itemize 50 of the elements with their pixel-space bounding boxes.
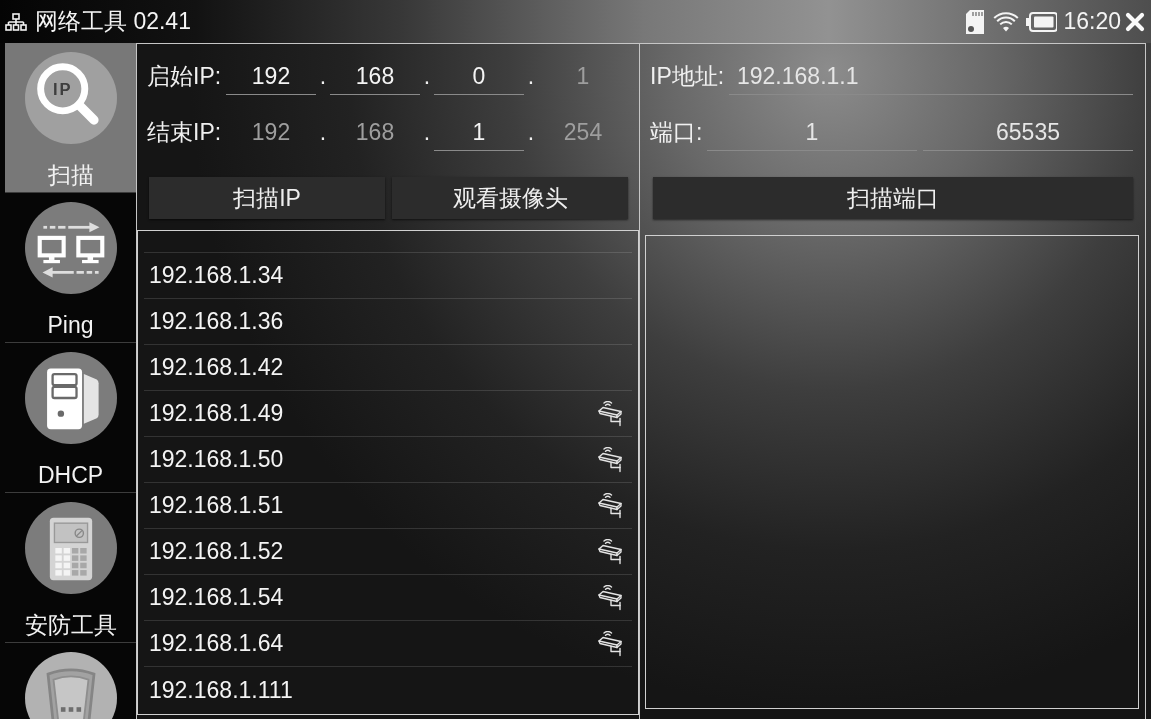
octet-separator: . [526,63,536,90]
security-camera-icon [596,538,624,565]
field-label: 启始IP: [147,62,223,91]
sd-card-icon [965,8,986,35]
magnifier-icon: IP [24,52,117,144]
device-row[interactable]: 192.168.1.54 [144,575,632,621]
sidebar-tab[interactable]: Ping [5,193,136,343]
security-camera-icon [596,630,624,657]
action-button[interactable]: 扫描IP [149,177,385,219]
security-camera-icon [596,584,624,611]
security-camera-icon [596,492,624,519]
octet-separator: . [422,119,432,146]
octet-field[interactable]: 168 [330,58,420,95]
octet-separator: . [318,63,328,90]
security-camera-icon [596,400,624,427]
device-row[interactable]: 192.168.1.34 [144,253,632,299]
device-row[interactable]: 192.168.1.111 [144,667,632,713]
octet-field[interactable]: 192 [226,58,316,95]
action-button[interactable]: 扫描端口 [653,177,1133,219]
field-label: IP地址: [650,62,726,91]
device-row[interactable]: 192.168.1.64 [144,621,632,667]
device-row[interactable]: 192.168.1.42 [144,345,632,391]
sidebar-tab[interactable]: 安防工具 [5,493,136,643]
device-row[interactable]: 192.168.1.36 [144,299,632,345]
octet-field[interactable]: 1 [434,114,524,151]
close-icon[interactable] [1125,11,1145,32]
wifi-icon [993,11,1020,32]
device-row[interactable]: 192.168.1.49 [144,391,632,437]
security-camera-icon [596,446,624,473]
device-row[interactable]: 192.168.1.50 [144,437,632,483]
device-row[interactable]: 192.168.1.51 [144,483,632,529]
field-label: 端口: [650,118,701,147]
network-icon [5,12,27,31]
battery-icon [1026,11,1058,32]
keypad-device-icon [24,502,117,594]
two-monitors-icon [24,202,117,294]
octet-separator: . [422,63,432,90]
sidebar-tab[interactable]: DHCP [5,343,136,493]
sidebar-tab[interactable]: IP 扫描 [5,43,136,193]
port-field[interactable]: 65535 [923,114,1133,151]
computer-tower-icon [24,352,117,444]
router-icon [24,652,117,719]
octet-separator: . [318,119,328,146]
device-row[interactable]: 192.168.1.52 [144,529,632,575]
action-button[interactable]: 观看摄像头 [392,177,628,219]
field-label: 结束IP: [147,118,223,147]
octet-field[interactable]: 0 [434,58,524,95]
status-time: 16:20 [1063,8,1121,35]
app-title: 网络工具 02.41 [35,7,191,36]
octet-separator: . [526,119,536,146]
